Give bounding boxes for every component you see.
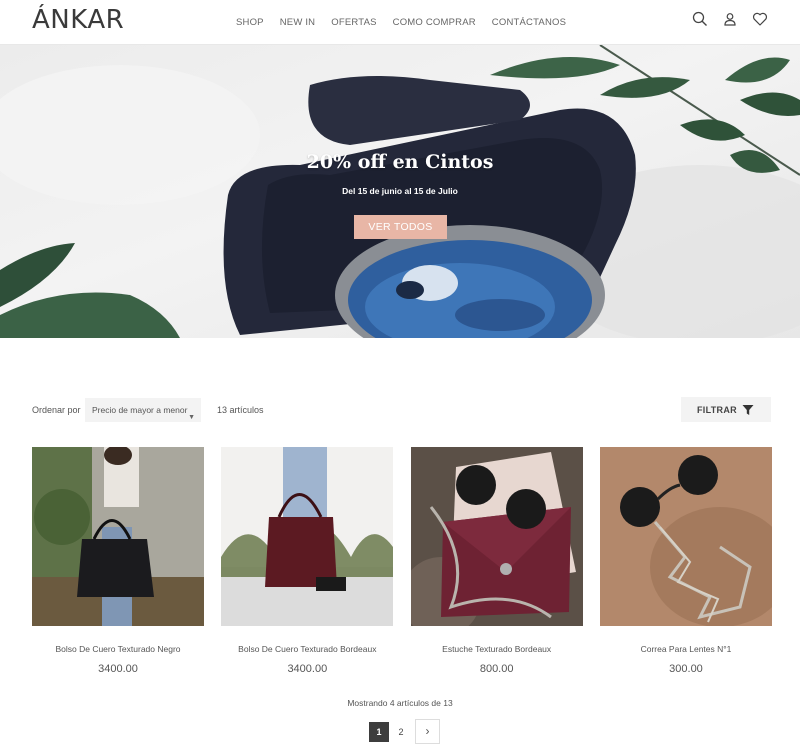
filter-button[interactable]: FILTRAR bbox=[681, 397, 771, 422]
article-count: 13 artículos bbox=[217, 405, 264, 415]
search-icon[interactable] bbox=[692, 11, 708, 27]
product-price: 300.00 bbox=[669, 663, 703, 675]
product-price: 3400.00 bbox=[98, 663, 138, 675]
product-card[interactable]: Bolso De Cuero Texturado Negro 3400.00 bbox=[32, 447, 204, 675]
product-name[interactable]: Bolso De Cuero Texturado Bordeaux bbox=[221, 644, 393, 654]
page-2-button[interactable]: 2 bbox=[391, 722, 411, 742]
product-image[interactable] bbox=[221, 447, 394, 626]
nav-item-contactanos[interactable]: CONTÁCTANOS bbox=[492, 17, 566, 28]
sort-select-value: Precio de mayor a menor bbox=[92, 405, 188, 415]
header-icons bbox=[692, 11, 768, 27]
main-nav: SHOP NEW IN OFERTAS COMO COMPRAR CONTÁCT… bbox=[236, 17, 582, 28]
product-name[interactable]: Correa Para Lentes N°1 bbox=[600, 644, 772, 654]
ver-todos-button[interactable]: VER TODOS bbox=[354, 215, 447, 239]
chevron-down-icon: ▼ bbox=[188, 414, 195, 421]
hero-title: 20% off en Cintos bbox=[306, 151, 494, 173]
nav-item-como-comprar[interactable]: COMO COMPRAR bbox=[393, 17, 476, 28]
product-image[interactable] bbox=[410, 447, 583, 626]
filter-icon bbox=[742, 403, 754, 421]
product-toolbar: Ordenar por Precio de mayor a menor ▼ 13… bbox=[32, 397, 771, 422]
heart-icon[interactable] bbox=[752, 11, 768, 27]
product-grid: Bolso De Cuero Texturado Negro 3400.00 B… bbox=[32, 447, 772, 675]
hero-subtitle: Del 15 de junio al 15 de Julio bbox=[342, 186, 458, 196]
product-image[interactable] bbox=[599, 447, 772, 626]
product-card[interactable]: Estuche Texturado Bordeaux 800.00 bbox=[410, 447, 583, 675]
user-icon[interactable] bbox=[722, 11, 738, 27]
product-card[interactable]: Correa Para Lentes N°1 300.00 bbox=[599, 447, 772, 675]
product-price: 800.00 bbox=[479, 663, 514, 675]
sort-label: Ordenar por bbox=[32, 405, 81, 415]
site-header: ÁNKAR SHOP NEW IN OFERTAS COMO COMPRAR C… bbox=[0, 0, 800, 45]
next-page-button[interactable]: › bbox=[415, 719, 440, 744]
brand-logo[interactable]: ÁNKAR bbox=[32, 5, 124, 35]
product-name[interactable]: Bolso De Cuero Texturado Negro bbox=[32, 644, 204, 654]
sort-select[interactable]: Precio de mayor a menor ▼ bbox=[85, 398, 201, 422]
hero-banner: 20% off en Cintos Del 15 de junio al 15 … bbox=[0, 45, 800, 338]
nav-item-ofertas[interactable]: OFERTAS bbox=[331, 17, 376, 28]
nav-item-shop[interactable]: SHOP bbox=[236, 17, 264, 28]
filter-label: FILTRAR bbox=[697, 405, 737, 415]
product-name[interactable]: Estuche Texturado Bordeaux bbox=[411, 644, 583, 654]
pagination: 1 2 › bbox=[369, 719, 440, 744]
product-card[interactable]: Bolso De Cuero Texturado Bordeaux 3400.0… bbox=[221, 447, 394, 675]
results-summary: Mostrando 4 artículos de 13 bbox=[347, 698, 453, 708]
product-image[interactable] bbox=[32, 447, 204, 626]
product-price: 3400.00 bbox=[287, 663, 328, 675]
nav-item-new-in[interactable]: NEW IN bbox=[280, 17, 316, 28]
page-1-button[interactable]: 1 bbox=[369, 721, 389, 742]
